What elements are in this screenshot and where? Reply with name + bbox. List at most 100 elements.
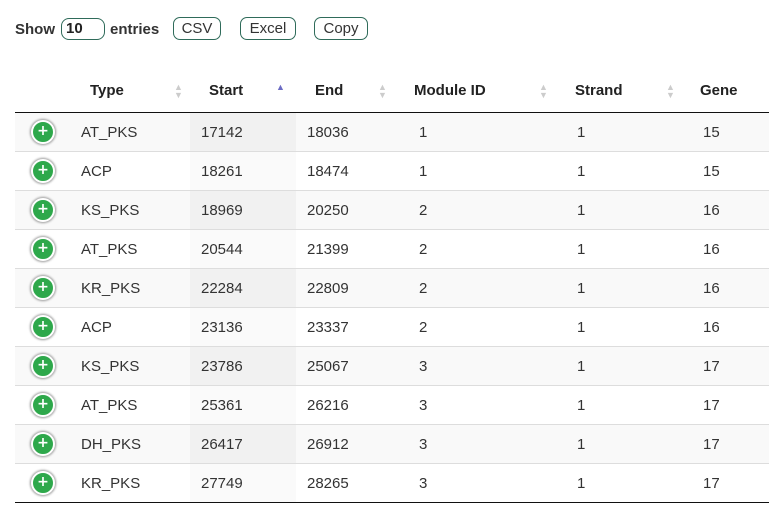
cell-type: KR_PKS	[81, 474, 141, 492]
cell-module-id: 2	[419, 240, 428, 258]
cell-end: 23337	[307, 318, 349, 336]
cell-module-id: 3	[419, 396, 428, 414]
cell-type: KS_PKS	[81, 201, 140, 219]
cell-type: AT_PKS	[81, 396, 138, 414]
cell-start: 20544	[201, 240, 243, 258]
table-row: + AT_PKS 17142 18036 1 1 15	[15, 112, 769, 152]
plus-circle-icon[interactable]: +	[31, 198, 55, 222]
plus-circle-icon[interactable]: +	[31, 471, 55, 495]
cell-type: AT_PKS	[81, 123, 138, 141]
cell-module-id: 3	[419, 357, 428, 375]
cell-module-id: 2	[419, 279, 428, 297]
expand-column-header	[15, 70, 70, 113]
cell-gene: 17	[703, 396, 720, 414]
cell-strand: 1	[577, 396, 586, 414]
plus-circle-icon[interactable]: +	[31, 354, 55, 378]
cell-start: 23786	[201, 357, 243, 375]
table-row: + DH_PKS 26417 26912 3 1 17	[15, 424, 769, 464]
column-header-type[interactable]: Type ▲ ▼	[70, 70, 190, 113]
cell-end: 26216	[307, 396, 349, 414]
plus-circle-icon[interactable]: +	[31, 393, 55, 417]
cell-end: 25067	[307, 357, 349, 375]
table-row: + AT_PKS 25361 26216 3 1 17	[15, 385, 769, 425]
column-header-module-id[interactable]: Module ID ▲ ▼	[408, 70, 566, 113]
cell-module-id: 3	[419, 474, 428, 492]
plus-circle-icon[interactable]: +	[31, 237, 55, 261]
cell-start: 23136	[201, 318, 243, 336]
plus-circle-icon[interactable]: +	[31, 315, 55, 339]
table-row: + ACP 18261 18474 1 1 15	[15, 151, 769, 191]
cell-start: 25361	[201, 396, 243, 414]
cell-end: 22809	[307, 279, 349, 297]
column-header-strand[interactable]: Strand ▲ ▼	[566, 70, 692, 113]
column-label-start: Start	[209, 82, 244, 99]
table-row: + KR_PKS 27749 28265 3 1 17	[15, 463, 769, 503]
column-label-type: Type	[90, 82, 124, 99]
cell-end: 28265	[307, 474, 349, 492]
plus-circle-icon[interactable]: +	[31, 432, 55, 456]
table-row: + KS_PKS 18969 20250 2 1 16	[15, 190, 769, 230]
cell-strand: 1	[577, 240, 586, 258]
table-row: + KR_PKS 22284 22809 2 1 16	[15, 268, 769, 308]
sort-both-icon: ▲ ▼	[174, 82, 183, 100]
entries-per-page-select[interactable]: 10	[61, 18, 105, 40]
cell-strand: 1	[577, 318, 586, 336]
cell-strand: 1	[577, 357, 586, 375]
table-row: + AT_PKS 20544 21399 2 1 16	[15, 229, 769, 269]
cell-type: ACP	[81, 318, 112, 336]
sort-both-icon: ▲ ▼	[378, 82, 387, 100]
sort-both-icon: ▲ ▼	[666, 82, 675, 100]
show-label: Show	[15, 20, 55, 38]
cell-strand: 1	[577, 474, 586, 492]
cell-end: 20250	[307, 201, 349, 219]
cell-start: 18969	[201, 201, 243, 219]
cell-gene: 15	[703, 162, 720, 180]
cell-type: KS_PKS	[81, 357, 140, 375]
cell-gene: 16	[703, 318, 720, 336]
cell-strand: 1	[577, 435, 586, 453]
cell-gene: 15	[703, 123, 720, 141]
cell-gene: 16	[703, 240, 720, 258]
cell-strand: 1	[577, 279, 586, 297]
column-label-end: End	[315, 82, 344, 99]
cell-strand: 1	[577, 201, 586, 219]
plus-circle-icon[interactable]: +	[31, 159, 55, 183]
cell-strand: 1	[577, 123, 586, 141]
cell-start: 22284	[201, 279, 243, 297]
plus-circle-icon[interactable]: +	[31, 120, 55, 144]
column-header-gene[interactable]: Gene	[692, 70, 769, 113]
domains-table: Type ▲ ▼ Start ▲ End ▲ ▼ Module ID ▲ ▼ Stra…	[15, 70, 769, 503]
cell-module-id: 1	[419, 162, 428, 180]
cell-module-id: 2	[419, 318, 428, 336]
plus-circle-icon[interactable]: +	[31, 276, 55, 300]
cell-gene: 17	[703, 435, 720, 453]
column-header-end[interactable]: End ▲ ▼	[296, 70, 408, 113]
cell-start: 26417	[201, 435, 243, 453]
cell-start: 27749	[201, 474, 243, 492]
cell-end: 18036	[307, 123, 349, 141]
cell-gene: 17	[703, 357, 720, 375]
cell-end: 18474	[307, 162, 349, 180]
sort-both-icon: ▲ ▼	[539, 82, 548, 100]
cell-end: 26912	[307, 435, 349, 453]
column-header-start[interactable]: Start ▲	[190, 70, 296, 113]
csv-button[interactable]: CSV	[173, 17, 221, 40]
cell-gene: 17	[703, 474, 720, 492]
table-row: + ACP 23136 23337 2 1 16	[15, 307, 769, 347]
length-menu: Show 10 entries	[15, 17, 159, 41]
cell-type: AT_PKS	[81, 240, 138, 258]
table-row: + KS_PKS 23786 25067 3 1 17	[15, 346, 769, 386]
cell-strand: 1	[577, 162, 586, 180]
cell-module-id: 2	[419, 201, 428, 219]
excel-button[interactable]: Excel	[240, 17, 296, 40]
cell-gene: 16	[703, 279, 720, 297]
cell-type: ACP	[81, 162, 112, 180]
header-row: Type ▲ ▼ Start ▲ End ▲ ▼ Module ID ▲ ▼ Stra…	[15, 70, 769, 113]
column-label-strand: Strand	[575, 82, 623, 99]
column-label-gene: Gene	[700, 82, 738, 99]
cell-start: 17142	[201, 123, 243, 141]
entries-label: entries	[110, 20, 160, 38]
cell-module-id: 3	[419, 435, 428, 453]
copy-button[interactable]: Copy	[314, 17, 368, 40]
cell-gene: 16	[703, 201, 720, 219]
